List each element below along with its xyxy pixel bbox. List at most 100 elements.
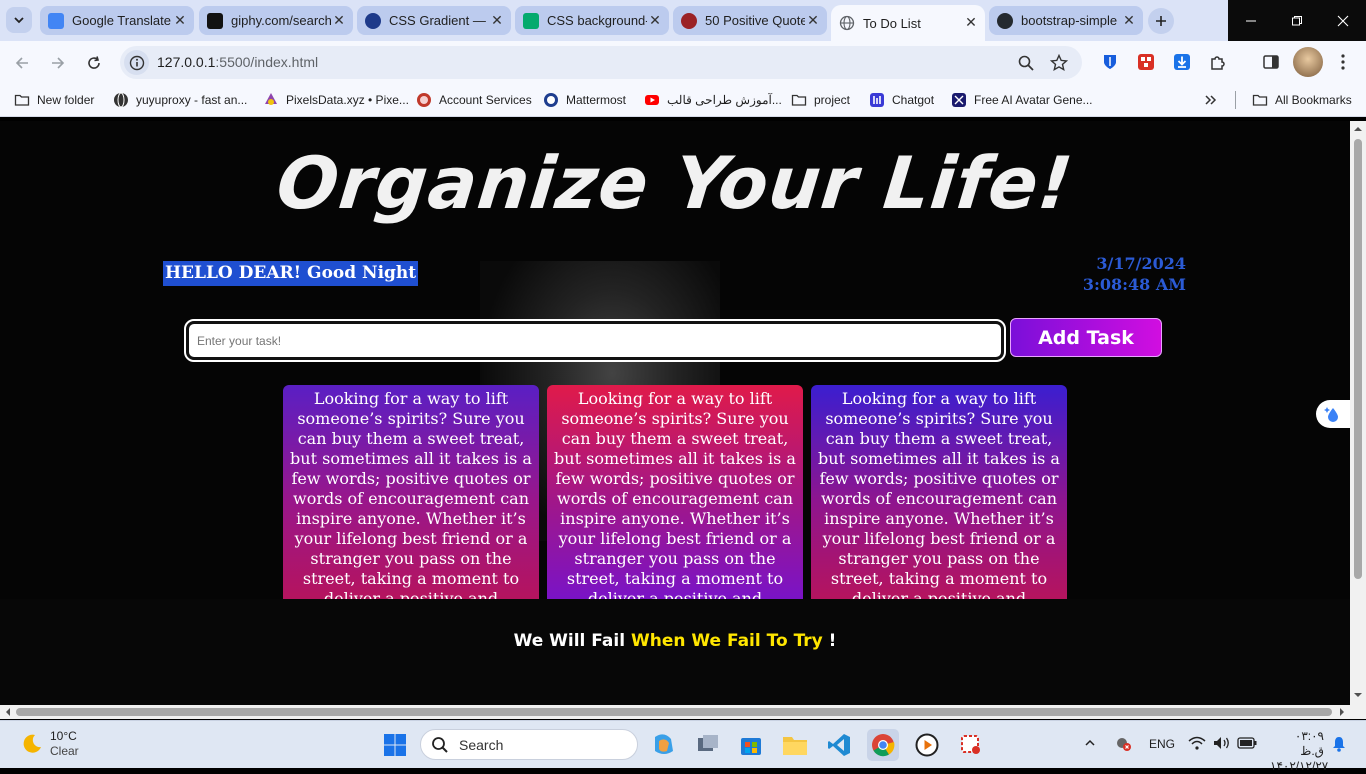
- back-button[interactable]: [9, 50, 35, 76]
- bookmark-chatgot[interactable]: Chatgot: [869, 91, 934, 109]
- start-button[interactable]: [379, 729, 411, 761]
- all-bookmarks-button[interactable]: All Bookmarks: [1252, 91, 1352, 109]
- tab-to-do-list[interactable]: To Do List ✕: [831, 5, 985, 41]
- bookmark-free-ai-avatar[interactable]: Free AI Avatar Gene...: [951, 91, 1093, 109]
- bookmarks-overflow-button[interactable]: [1204, 91, 1218, 109]
- tray-network-warning[interactable]: [1114, 735, 1132, 754]
- kebab-menu-icon: [1341, 54, 1345, 70]
- restore-button[interactable]: [1274, 0, 1320, 41]
- tab-strip: Google Translate ✕ giphy.com/search ✕ CS…: [0, 0, 1366, 41]
- scroll-right-icon[interactable]: [1338, 708, 1346, 716]
- taskbar-store[interactable]: [735, 729, 767, 761]
- bookmark-pixelsdata[interactable]: PixelsData.xyz • Pixe...: [263, 91, 409, 109]
- taskbar-chrome[interactable]: [867, 729, 899, 761]
- close-window-button[interactable]: [1320, 0, 1366, 41]
- arrow-left-icon: [15, 57, 28, 69]
- site-info-button[interactable]: [124, 50, 149, 75]
- floating-side-button[interactable]: [1316, 400, 1350, 428]
- extension-red-button[interactable]: [1135, 51, 1157, 73]
- footer-quote-start: We Will Fail: [513, 631, 631, 651]
- tab-positive-quotes[interactable]: 50 Positive Quotes ✕: [673, 6, 827, 35]
- side-panel-button[interactable]: [1260, 51, 1282, 73]
- reload-button[interactable]: [81, 50, 107, 76]
- browser-menu-button[interactable]: [1332, 51, 1354, 73]
- copilot-icon: [655, 734, 673, 754]
- bookmark-yuyuproxy[interactable]: yuyuproxy - fast an...: [113, 91, 247, 109]
- bookmark-label: Account Services: [439, 93, 532, 107]
- close-icon[interactable]: ✕: [172, 13, 188, 29]
- extension-bitwarden-button[interactable]: [1099, 51, 1121, 73]
- wifi-button[interactable]: [1188, 736, 1206, 753]
- bookmark-account-services[interactable]: Account Services: [416, 91, 532, 109]
- taskbar-file-explorer[interactable]: [779, 729, 811, 761]
- bookmark-new-folder[interactable]: New folder: [14, 91, 94, 109]
- weather-widget[interactable]: 10°C Clear: [20, 729, 79, 759]
- taskbar-search-box[interactable]: Search: [420, 729, 638, 760]
- bookmark-star-button[interactable]: [1048, 52, 1070, 74]
- chatgot-icon: [870, 93, 884, 107]
- address-bar[interactable]: 127.0.0.1:5500/index.html: [120, 46, 1082, 79]
- clock-button[interactable]: ۰۳:۰۹ ق.ظ ۱۴۰۲/۱۲/۲۷: [1270, 729, 1328, 774]
- tab-google-translate[interactable]: Google Translate ✕: [40, 6, 194, 35]
- tab-css-background[interactable]: CSS background-im ✕: [515, 6, 669, 35]
- downloads-button[interactable]: [1171, 51, 1193, 73]
- taskbar-media-player[interactable]: [911, 729, 943, 761]
- task-input[interactable]: [184, 319, 1006, 362]
- taskbar-vscode[interactable]: [823, 729, 855, 761]
- notifications-button[interactable]: [1331, 736, 1347, 755]
- bookmarks-bar: New folder yuyuproxy - fast an... Pixels…: [0, 84, 1366, 117]
- vertical-scroll-thumb[interactable]: [1354, 139, 1362, 579]
- close-icon[interactable]: ✕: [963, 15, 979, 31]
- horizontal-scrollbar[interactable]: [0, 705, 1366, 719]
- taskbar-task-view[interactable]: [692, 729, 724, 761]
- tab-giphy[interactable]: giphy.com/search ✕: [199, 6, 353, 35]
- store-icon: [741, 738, 761, 755]
- tab-css-gradient[interactable]: CSS Gradient — Ge ✕: [357, 6, 511, 35]
- forward-button[interactable]: [45, 50, 71, 76]
- sparkle-drop-icon: [1324, 407, 1338, 422]
- close-icon[interactable]: ✕: [805, 13, 821, 29]
- language-indicator[interactable]: ENG: [1149, 737, 1175, 751]
- show-hidden-icons-button[interactable]: [1084, 737, 1096, 752]
- tab-title: To Do List: [863, 15, 921, 31]
- bookmark-project[interactable]: project: [791, 91, 850, 109]
- add-task-button[interactable]: Add Task: [1010, 318, 1162, 357]
- horizontal-scroll-thumb[interactable]: [16, 708, 1332, 716]
- current-date: 3/17/2024: [1096, 254, 1186, 273]
- bookmark-youtube-persian[interactable]: آموزش طراحی قالب...: [644, 91, 782, 109]
- minimize-button[interactable]: [1228, 0, 1274, 41]
- close-icon[interactable]: ✕: [1121, 13, 1137, 29]
- page-headline: Organize Your Life!: [272, 141, 1078, 225]
- double-chevron-right-icon: [1205, 95, 1217, 105]
- extensions-button[interactable]: [1207, 51, 1229, 73]
- globe-icon: [839, 15, 855, 31]
- vertical-scrollbar[interactable]: [1350, 121, 1366, 705]
- volume-button[interactable]: [1213, 736, 1231, 753]
- scroll-left-icon[interactable]: [4, 708, 12, 716]
- taskbar-snipping-tool[interactable]: [955, 729, 987, 761]
- folder-icon: [783, 737, 807, 755]
- scroll-up-icon[interactable]: [1354, 125, 1362, 133]
- search-icon: [432, 736, 448, 753]
- speaker-icon: [1214, 737, 1229, 749]
- folder-icon: [1252, 94, 1268, 106]
- profile-avatar[interactable]: [1293, 47, 1323, 77]
- close-icon[interactable]: ✕: [331, 13, 347, 29]
- windows-logo-icon: [384, 734, 406, 756]
- close-icon[interactable]: ✕: [647, 13, 663, 29]
- tab-title: CSS background-im: [547, 13, 647, 28]
- tab-bootstrap-simple[interactable]: bootstrap-simple ✕: [989, 6, 1143, 35]
- tab-search-button[interactable]: [6, 7, 32, 33]
- taskbar-copilot[interactable]: [648, 729, 680, 761]
- close-icon[interactable]: ✕: [489, 13, 505, 29]
- arrow-right-icon: [52, 57, 65, 69]
- url-text: 127.0.0.1:5500/index.html: [157, 54, 318, 70]
- new-tab-button[interactable]: [1148, 8, 1174, 34]
- bookmark-label: Free AI Avatar Gene...: [974, 93, 1093, 107]
- battery-button[interactable]: [1237, 736, 1257, 753]
- zoom-button[interactable]: [1015, 52, 1037, 74]
- page-footer: We Will Fail When We Fail To Try !: [0, 599, 1350, 705]
- scroll-down-icon[interactable]: [1354, 691, 1362, 699]
- bookmark-mattermost[interactable]: Mattermost: [543, 91, 626, 109]
- snipping-tool-icon: [961, 735, 980, 754]
